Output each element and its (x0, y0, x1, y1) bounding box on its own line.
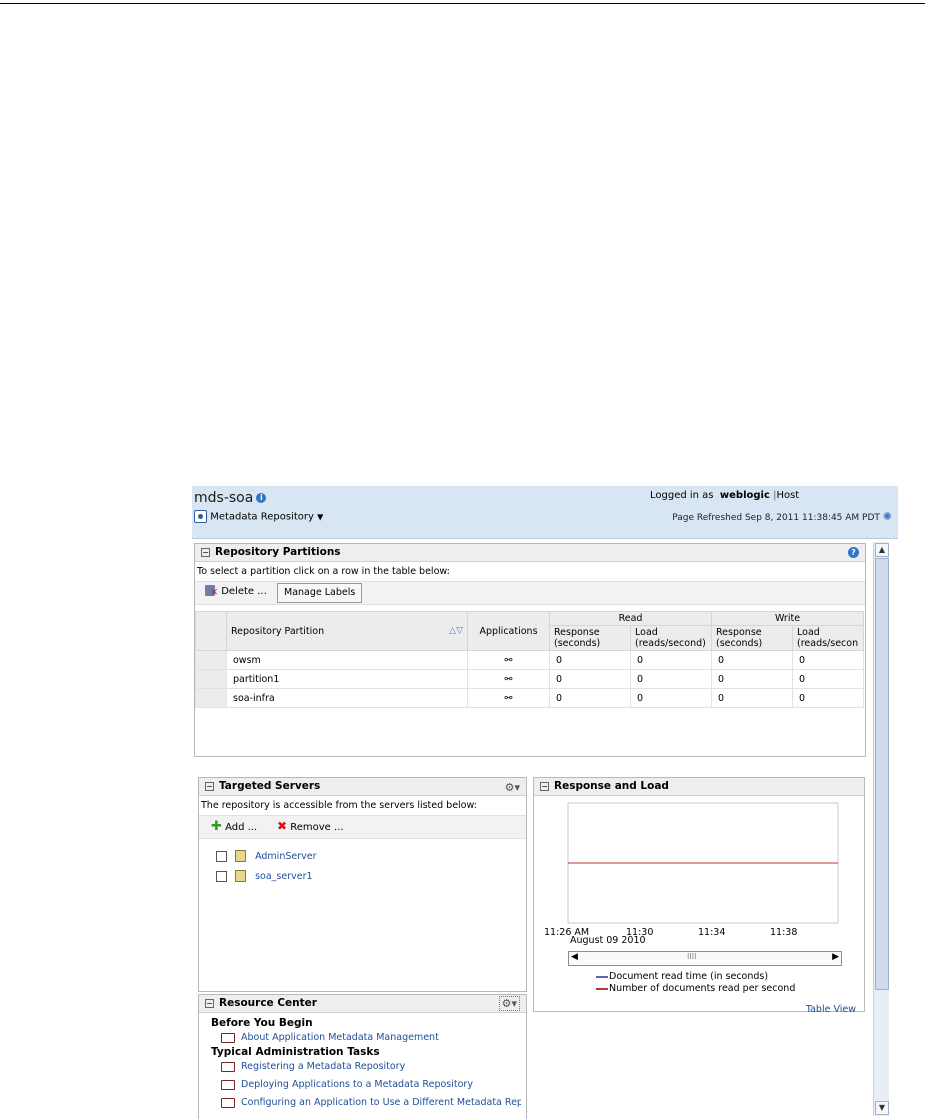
login-info: Logged in as weblogic |Host (650, 490, 800, 501)
gear-icon[interactable]: ⚙▾ (498, 996, 520, 1011)
x-tick-label: 11:38 (770, 927, 797, 938)
before-heading: Before You Begin (211, 1017, 313, 1029)
panel-header: − Targeted Servers ⚙▾ (199, 778, 526, 796)
col-write-load: Load (reads/secon (792, 625, 864, 651)
scroll-up-icon[interactable]: ▲ (875, 543, 889, 557)
refresh-spinner-icon[interactable]: ✺ (883, 510, 892, 523)
tasks-heading: Typical Administration Tasks (211, 1046, 380, 1058)
list-item: AdminServer (216, 850, 317, 870)
target-icon (194, 510, 207, 523)
server-checkbox[interactable] (216, 850, 227, 862)
panel-header: − Resource Center ⚙▾ (199, 995, 526, 1013)
delete-button[interactable]: ✕ Delete ... (205, 585, 267, 598)
collapse-icon[interactable]: − (205, 781, 214, 791)
glasses-icon[interactable]: ⚯ (467, 669, 550, 689)
panel-header: − Repository Partitions ? (195, 544, 865, 562)
chart-date-label: August 09 2010 (570, 935, 646, 946)
collapse-icon[interactable]: − (205, 998, 214, 1008)
row-header-cell (195, 611, 227, 651)
table-row[interactable]: soa-infra ⚯ 0 0 0 0 (195, 688, 864, 708)
sort-icon[interactable]: △▽ (449, 626, 463, 636)
scroll-left-icon[interactable]: ◀ (571, 952, 578, 962)
page-refreshed: Page Refreshed Sep 8, 2011 11:38:45 AM P… (672, 510, 892, 523)
server-link[interactable]: AdminServer (255, 851, 316, 862)
col-read-load: Load (reads/second) (630, 625, 712, 651)
resource-center-panel: − Resource Center ⚙▾ Before You Begin Abo… (198, 994, 527, 1119)
panel-header: − Response and Load (534, 778, 864, 796)
book-icon (221, 1079, 235, 1090)
book-icon (221, 1032, 235, 1043)
list-item[interactable]: Deploying Applications to a Metadata Rep… (211, 1079, 526, 1097)
col-read-response: Response (seconds) (549, 625, 631, 651)
page-title: mds-soa i (194, 490, 267, 506)
legend-item: Document read time (in seconds) (596, 971, 795, 983)
manage-labels-button[interactable]: Manage Labels (277, 583, 363, 603)
table-row[interactable]: partition1 ⚯ 0 0 0 0 (195, 669, 864, 689)
servers-instruction: The repository is accessible from the se… (201, 800, 477, 811)
response-load-panel: − Response and Load 11:26 AM 11:30 11:34 11:… (533, 777, 865, 1015)
scroll-grip-icon[interactable]: IIII (687, 952, 696, 961)
host-link[interactable]: Host (776, 490, 799, 501)
server-checkbox[interactable] (216, 870, 227, 882)
col-applications: Applications (467, 611, 550, 651)
response-load-chart: 11:26 AM 11:30 11:34 11:38 (544, 802, 839, 938)
partitions-table: Repository Partition △▽ Applications Rea… (195, 611, 864, 708)
list-item[interactable]: Configuring an Application to Use a Diff… (211, 1097, 521, 1115)
delete-icon: ✕ (205, 585, 218, 598)
help-icon[interactable]: ? (848, 547, 859, 558)
collapse-icon[interactable]: − (540, 781, 549, 791)
user-name: weblogic (719, 490, 770, 501)
remove-x-icon: ✖ (277, 819, 288, 833)
plus-icon: ✚ (211, 819, 222, 834)
server-icon (235, 870, 247, 882)
target-menu[interactable]: Metadata Repository ▼ (194, 510, 323, 523)
targeted-servers-panel: − Targeted Servers ⚙▾ The repository is a… (198, 777, 527, 992)
col-write: Write (711, 611, 864, 626)
partitions-toolbar: ✕ Delete ... Manage Labels (195, 581, 865, 605)
list-item[interactable]: Registering a Metadata Repository (211, 1061, 526, 1079)
table-row[interactable]: owsm ⚯ 0 0 0 0 (195, 650, 864, 670)
repository-partitions-panel: − Repository Partitions ? To select a par… (194, 543, 866, 757)
chart-legend: Document read time (in seconds) Number o… (596, 971, 795, 995)
servers-toolbar: ✚ Add ... ✖ Remove ... (199, 815, 526, 839)
glasses-icon[interactable]: ⚯ (467, 650, 550, 670)
remove-server-button[interactable]: ✖ Remove ... (277, 819, 344, 833)
top-border-line (0, 3, 925, 4)
book-icon (221, 1097, 235, 1108)
x-tick-label: 11:34 (698, 927, 725, 938)
scroll-down-icon[interactable]: ▼ (875, 1101, 889, 1115)
gear-icon[interactable]: ⚙▾ (505, 779, 520, 796)
scroll-right-icon[interactable]: ▶ (832, 952, 839, 962)
dropdown-caret-icon: ▼ (317, 512, 324, 522)
chart-scrollbar[interactable]: ◀ IIII ▶ (568, 951, 842, 966)
page-header: mds-soa i Metadata Repository ▼ Logged in… (192, 486, 898, 539)
server-list: AdminServer soa_server1 (216, 850, 317, 890)
vertical-scrollbar[interactable]: ▲ ▼ (873, 542, 889, 1116)
server-link[interactable]: soa_server1 (255, 871, 312, 882)
add-server-button[interactable]: ✚ Add ... (211, 819, 257, 834)
col-write-response: Response (seconds) (711, 625, 793, 651)
book-icon (221, 1061, 235, 1072)
col-read: Read (549, 611, 712, 626)
list-item: soa_server1 (216, 870, 317, 890)
resource-list: Before You Begin About Application Metad… (199, 1013, 526, 1115)
glasses-icon[interactable]: ⚯ (467, 688, 550, 708)
collapse-icon[interactable]: − (201, 547, 210, 557)
info-icon[interactable]: i (256, 493, 267, 503)
scroll-thumb[interactable] (875, 558, 889, 990)
list-item[interactable]: About Application Metadata Management (211, 1032, 526, 1046)
col-partition[interactable]: Repository Partition △▽ (226, 611, 468, 651)
legend-item: Number of documents read per second (596, 983, 795, 995)
server-icon (235, 850, 247, 862)
table-view-link[interactable]: Table View (806, 1004, 856, 1015)
partitions-instruction: To select a partition click on a row in … (197, 566, 450, 577)
